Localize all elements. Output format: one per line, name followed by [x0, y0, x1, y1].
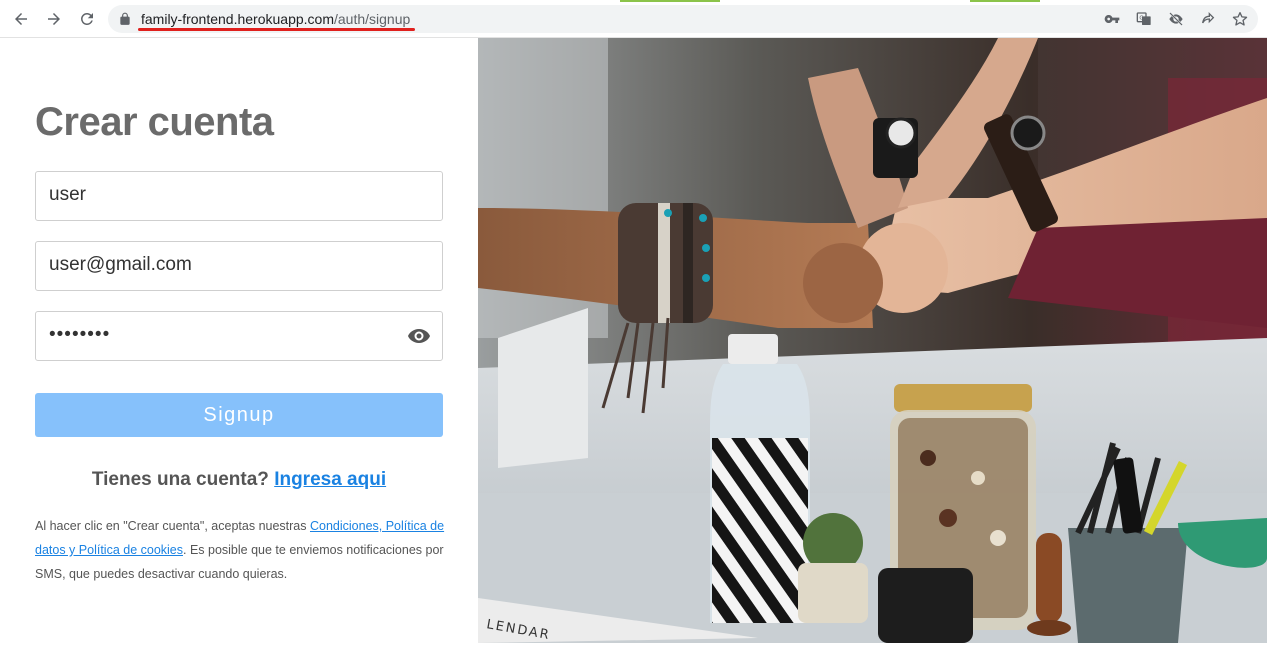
- password-field[interactable]: [35, 311, 443, 361]
- url-path: /auth/signup: [334, 11, 411, 27]
- translate-icon: G: [1136, 12, 1151, 25]
- key-icon: [1104, 15, 1120, 23]
- back-icon: [15, 13, 27, 25]
- back-button[interactable]: [9, 7, 33, 31]
- translate-button[interactable]: G: [1136, 11, 1152, 27]
- eye-off-icon: [1169, 12, 1183, 26]
- password-input[interactable]: [49, 324, 389, 346]
- legal-notice: Al hacer clic en "Crear cuenta", aceptas…: [35, 514, 445, 586]
- share-icon: [1202, 12, 1215, 24]
- login-link[interactable]: Ingresa aqui: [274, 469, 386, 490]
- forward-button[interactable]: [42, 7, 66, 31]
- signup-button[interactable]: Signup: [35, 393, 443, 437]
- password-key-button[interactable]: [1104, 11, 1120, 27]
- lock-icon: [120, 12, 130, 25]
- eye-icon[interactable]: [407, 326, 431, 346]
- url-highlight-underline: [138, 28, 415, 31]
- tracking-protection-button[interactable]: [1168, 11, 1184, 27]
- loading-bar: [0, 0, 1267, 2]
- bookmark-button[interactable]: [1232, 11, 1248, 27]
- star-icon: [1232, 12, 1248, 26]
- login-prompt-text: Tienes una cuenta?: [91, 469, 269, 490]
- hero-photo: LENDAR: [478, 38, 1267, 643]
- url-host: family-frontend.herokuapp.com: [141, 11, 334, 27]
- reload-button[interactable]: [75, 7, 99, 31]
- teamwork-photo-illustration: LENDAR: [478, 38, 1267, 643]
- username-input[interactable]: [49, 184, 389, 206]
- email-input[interactable]: [49, 254, 389, 276]
- reload-icon: [81, 12, 93, 25]
- legal-prefix: Al hacer clic en "Crear cuenta", aceptas…: [35, 519, 310, 533]
- login-prompt: Tienes una cuenta? Ingresa aqui: [35, 469, 443, 491]
- signup-panel: Crear cuenta Signup Tienes una cuenta? I…: [0, 38, 478, 663]
- page-title: Crear cuenta: [35, 100, 274, 144]
- forward-icon: [48, 13, 60, 25]
- svg-text:G: G: [1139, 16, 1143, 22]
- browser-toolbar: family-frontend.herokuapp.com/auth/signu…: [0, 0, 1267, 38]
- email-field[interactable]: [35, 241, 443, 291]
- url-text: family-frontend.herokuapp.com/auth/signu…: [141, 11, 410, 27]
- share-button[interactable]: [1200, 11, 1216, 27]
- username-field[interactable]: [35, 171, 443, 221]
